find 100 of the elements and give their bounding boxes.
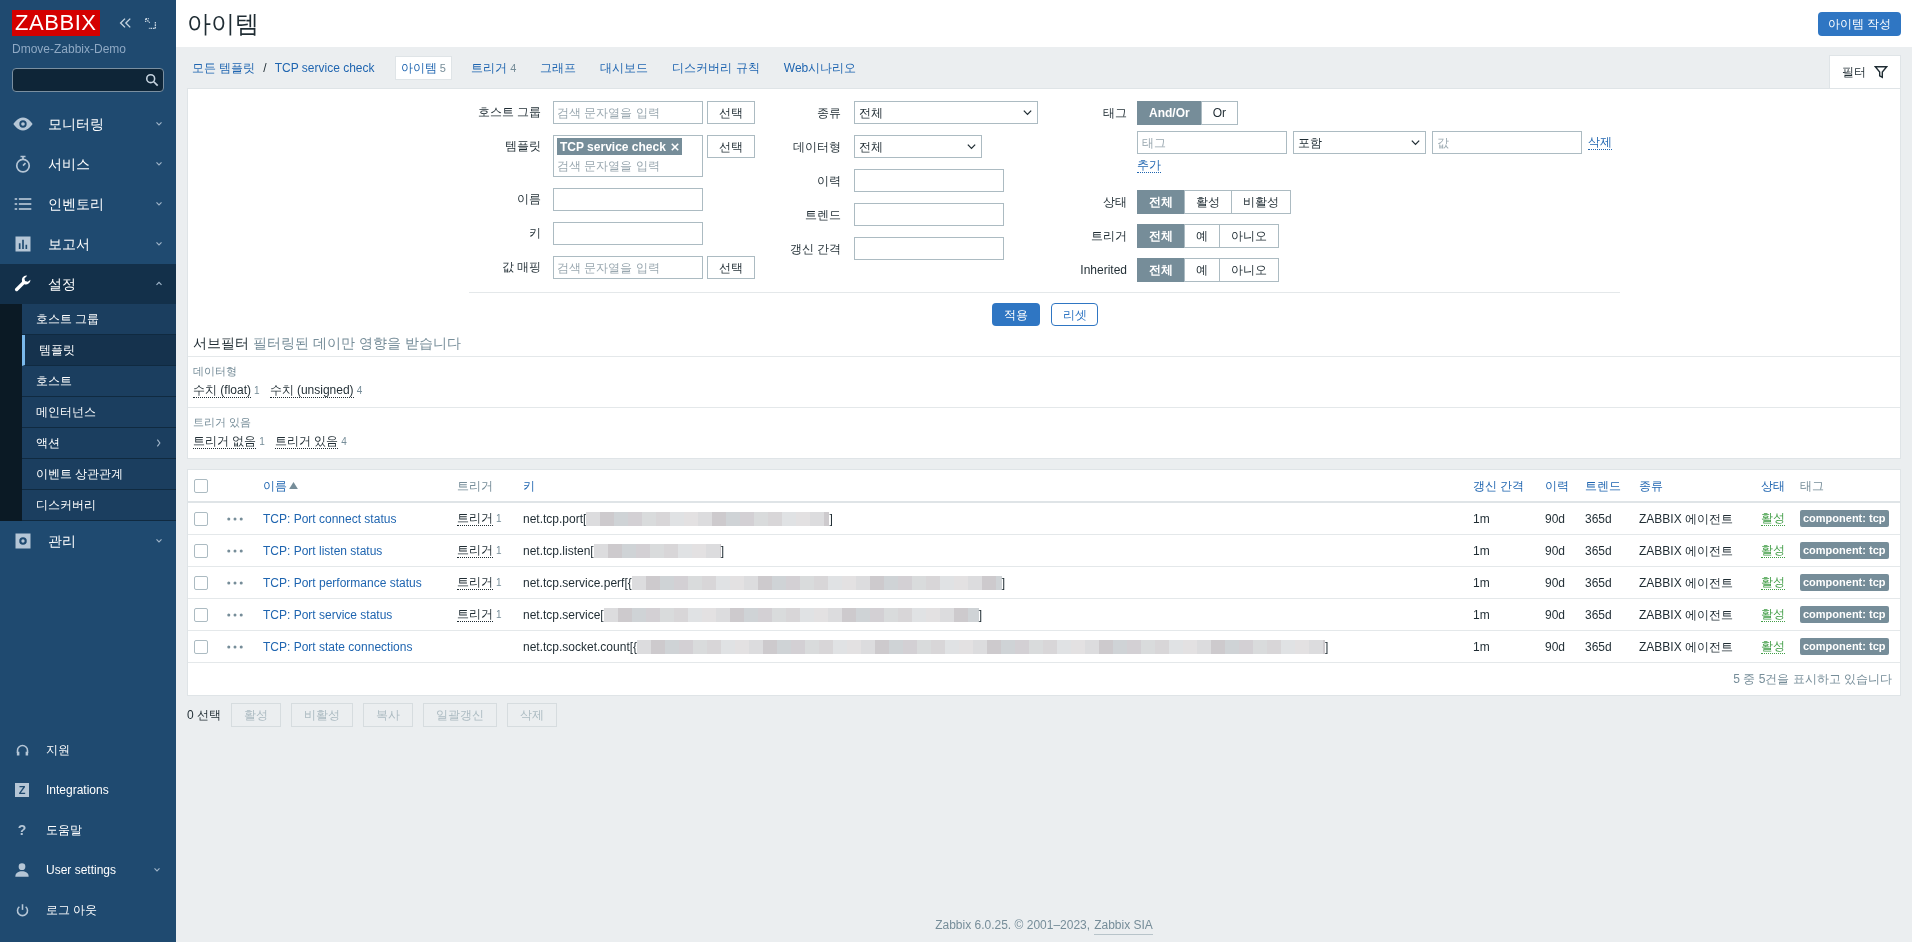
- toggle-button[interactable]: 전체: [1137, 224, 1185, 248]
- toggle-button[interactable]: 전체: [1137, 190, 1185, 214]
- item-name-link[interactable]: TCP: Port performance status: [263, 575, 422, 590]
- subfilter-link[interactable]: 트리거 있음: [274, 433, 339, 449]
- nav-tab[interactable]: 디스커버리 규칙: [667, 57, 765, 79]
- checkbox[interactable]: [194, 478, 208, 493]
- submenu-item[interactable]: 템플릿: [22, 335, 176, 366]
- more-options-icon[interactable]: [227, 548, 243, 553]
- text-field[interactable]: [854, 169, 1004, 192]
- column-header[interactable]: 상태: [1761, 476, 1785, 495]
- menu-item[interactable]: User settings: [0, 850, 176, 890]
- dropdown-select[interactable]: 전체: [854, 135, 982, 158]
- checkbox[interactable]: [194, 575, 208, 590]
- status-link[interactable]: 활성: [1761, 543, 1785, 558]
- toggle-button[interactable]: 활성: [1184, 190, 1232, 214]
- column-header[interactable]: 트렌드: [1585, 476, 1621, 495]
- dropdown-select[interactable]: 전체: [854, 101, 1038, 124]
- status-link[interactable]: 활성: [1761, 607, 1785, 622]
- menu-item[interactable]: 지원: [0, 730, 176, 770]
- text-field[interactable]: [854, 237, 1004, 260]
- menu-item[interactable]: 서비스: [0, 144, 176, 184]
- tag-name-field[interactable]: 태그: [1137, 131, 1287, 154]
- checkbox[interactable]: [194, 607, 208, 622]
- column-header[interactable]: 키: [523, 476, 535, 495]
- menu-item[interactable]: 보고서: [0, 224, 176, 264]
- menu-item[interactable]: 관리: [0, 521, 176, 561]
- collapse-icon[interactable]: [117, 16, 132, 30]
- status-link[interactable]: 활성: [1761, 511, 1785, 526]
- apply-button[interactable]: 적용: [992, 303, 1040, 326]
- trigger-link[interactable]: 트리거: [457, 543, 493, 558]
- column-header[interactable]: 이력: [1545, 476, 1569, 495]
- filter-tab[interactable]: 필터: [1829, 55, 1901, 88]
- search-field[interactable]: [12, 68, 164, 92]
- nav-tab[interactable]: 아이템 5: [394, 56, 452, 80]
- trigger-link[interactable]: 트리거: [457, 607, 493, 622]
- text-field[interactable]: [553, 188, 703, 211]
- text-field[interactable]: [854, 203, 1004, 226]
- add-link[interactable]: 추가: [1137, 158, 1161, 173]
- more-options-icon[interactable]: [227, 580, 243, 585]
- menu-item[interactable]: Z Integrations: [0, 770, 176, 810]
- submenu-item[interactable]: 이벤트 상관관계: [22, 459, 176, 490]
- item-name-link[interactable]: TCP: Port listen status: [263, 543, 383, 558]
- condition-select[interactable]: 포함: [1293, 131, 1426, 154]
- menu-item[interactable]: 로그 아웃: [0, 890, 176, 930]
- toggle-button[interactable]: 전체: [1137, 258, 1185, 282]
- create-item-button[interactable]: 아이템 작성: [1817, 11, 1901, 36]
- nav-tab[interactable]: 그래프: [535, 57, 582, 79]
- toggle-button[interactable]: 예: [1184, 258, 1220, 282]
- submenu-item[interactable]: 메인터넌스: [22, 397, 176, 428]
- submenu-item[interactable]: 호스트: [22, 366, 176, 397]
- subfilter-link[interactable]: 수치 (float): [193, 382, 251, 398]
- trigger-link[interactable]: 트리거: [457, 575, 493, 590]
- column-header[interactable]: 이름: [263, 476, 287, 495]
- reset-button[interactable]: 리셋: [1051, 303, 1098, 326]
- column-header[interactable]: 종류: [1639, 476, 1663, 495]
- more-options-icon[interactable]: [227, 612, 243, 617]
- toggle-button[interactable]: And/Or: [1137, 101, 1202, 125]
- status-link[interactable]: 활성: [1761, 639, 1785, 654]
- nav-tab[interactable]: 트리거 4: [465, 57, 522, 79]
- menu-item[interactable]: 모니터링: [0, 104, 176, 144]
- checkbox[interactable]: [194, 639, 208, 654]
- remove-link[interactable]: 삭제: [1588, 135, 1612, 150]
- menu-item[interactable]: 인벤토리: [0, 184, 176, 224]
- select-button[interactable]: 선택: [707, 135, 755, 158]
- nav-tab[interactable]: Web시나리오: [778, 57, 862, 79]
- column-header[interactable]: 갱신 간격: [1473, 476, 1525, 495]
- select-button[interactable]: 선택: [707, 256, 755, 279]
- checkbox[interactable]: [194, 543, 208, 558]
- toggle-button[interactable]: 예: [1184, 224, 1220, 248]
- logo[interactable]: ZABBIX: [12, 10, 100, 36]
- submenu-item[interactable]: 호스트 그룹: [22, 304, 176, 335]
- toggle-button[interactable]: Or: [1200, 101, 1238, 125]
- checkbox[interactable]: [194, 511, 208, 526]
- item-name-link[interactable]: TCP: Port connect status: [263, 511, 397, 526]
- multiselect-field[interactable]: TCP service check 검색 문자열을 입력: [553, 135, 703, 177]
- menu-item[interactable]: 설정: [0, 264, 176, 304]
- breadcrumb-link[interactable]: 모든 템플릿: [192, 59, 256, 77]
- submenu-item[interactable]: 액션: [22, 428, 176, 459]
- subfilter-link[interactable]: 수치 (unsigned): [269, 382, 354, 398]
- nav-tab[interactable]: 대시보드: [595, 57, 654, 79]
- trigger-link[interactable]: 트리거: [457, 511, 493, 526]
- item-name-link[interactable]: TCP: Port state connections: [263, 639, 413, 654]
- status-link[interactable]: 활성: [1761, 575, 1785, 590]
- toggle-button[interactable]: 아니오: [1219, 224, 1279, 248]
- tag-value-field[interactable]: 값: [1432, 131, 1582, 154]
- submenu-item[interactable]: 디스커버리: [22, 490, 176, 521]
- subfilter-link[interactable]: 트리거 없음: [193, 433, 257, 449]
- remove-icon[interactable]: [670, 142, 679, 151]
- breadcrumb-link[interactable]: TCP service check: [274, 59, 375, 77]
- menu-item[interactable]: ? 도움말: [0, 810, 176, 850]
- more-options-icon[interactable]: [227, 644, 243, 649]
- text-field[interactable]: [553, 222, 703, 245]
- kiosk-mode-icon[interactable]: [143, 16, 157, 30]
- item-name-link[interactable]: TCP: Port service status: [263, 607, 393, 622]
- toggle-button[interactable]: 비활성: [1231, 190, 1291, 214]
- search-input[interactable]: 검색 문자열을 입력: [557, 157, 699, 174]
- toggle-button[interactable]: 아니오: [1219, 258, 1279, 282]
- select-button[interactable]: 선택: [707, 101, 755, 124]
- more-options-icon[interactable]: [227, 516, 243, 521]
- search-icon[interactable]: [145, 73, 159, 87]
